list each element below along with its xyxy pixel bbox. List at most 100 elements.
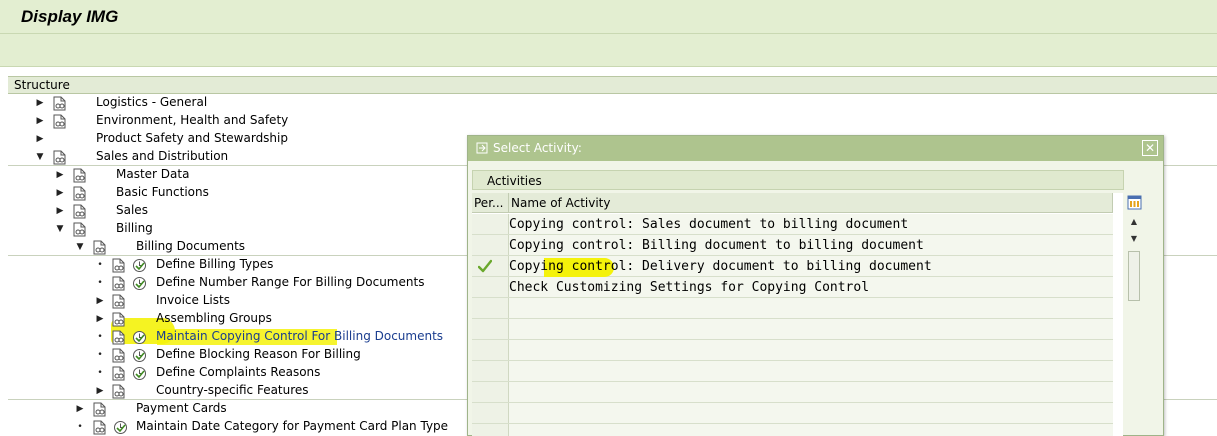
- application-toolbar: [0, 34, 1217, 67]
- execute-clock-icon[interactable]: [113, 420, 128, 435]
- tree-node-label: Master Data: [116, 167, 190, 181]
- activity-name-cell[interactable]: Copying control: Delivery document to bi…: [509, 256, 1113, 277]
- expand-arrow-icon[interactable]: ▶: [54, 166, 66, 184]
- scroll-up-icon[interactable]: ▲: [1129, 217, 1139, 227]
- tree-node-label: Maintain Copying Control For Billing Doc…: [156, 329, 444, 343]
- expand-arrow-icon[interactable]: ▶: [34, 94, 46, 112]
- leaf-bullet-icon: •: [97, 278, 103, 288]
- collapse-arrow-icon[interactable]: ▼: [34, 148, 46, 166]
- performed-cell: [472, 214, 509, 234]
- expand-arrow-icon[interactable]: ▶: [34, 112, 46, 130]
- table-row[interactable]: Copying control: Sales document to billi…: [472, 214, 1113, 235]
- dialog-window-icon: [476, 142, 488, 154]
- table-row-empty: [472, 424, 1113, 436]
- vertical-scrollbar[interactable]: ▲ ▼: [1124, 193, 1144, 436]
- expand-arrow-icon[interactable]: ▶: [94, 310, 106, 328]
- activity-name: Copying control: Billing document to bil…: [509, 238, 924, 253]
- document-icon: [112, 366, 125, 381]
- document-icon: [53, 96, 66, 111]
- document-icon: [93, 240, 106, 255]
- scroll-thumb[interactable]: [1128, 251, 1140, 301]
- document-icon: [112, 312, 125, 327]
- performed-cell: [472, 256, 509, 276]
- execute-clock-icon[interactable]: [132, 366, 147, 381]
- document-icon: [112, 276, 125, 291]
- activities-section-label: Activities: [487, 174, 542, 188]
- performed-cell: [472, 277, 509, 297]
- tree-node-label: Define Number Range For Billing Document…: [156, 275, 425, 289]
- page-title: Display IMG: [21, 7, 119, 26]
- table-row-empty: [472, 361, 1113, 382]
- select-activity-dialog: Select Activity: ✕ Activities Per... Nam…: [467, 135, 1164, 436]
- document-icon: [112, 348, 125, 363]
- expand-arrow-icon[interactable]: ▶: [74, 400, 86, 418]
- tree-node-ehs[interactable]: ▶ Environment, Health and Safety: [8, 112, 1217, 130]
- document-icon: [73, 222, 86, 237]
- activity-name-cell[interactable]: Copying control: Sales document to billi…: [509, 214, 1113, 234]
- tree-node-label: Invoice Lists: [156, 293, 230, 307]
- table-settings-icon[interactable]: [1127, 195, 1142, 210]
- leaf-bullet-icon: •: [97, 368, 103, 378]
- activity-name: Copying control: Delivery document to bi…: [509, 259, 932, 274]
- execute-clock-icon[interactable]: [132, 348, 147, 363]
- table-row[interactable]: Copying control: Billing document to bil…: [472, 235, 1113, 256]
- dialog-title-bar[interactable]: Select Activity: ✕: [468, 136, 1163, 161]
- activity-name: Check Customizing Settings for Copying C…: [509, 280, 870, 295]
- document-icon: [112, 384, 125, 399]
- activities-section-header: Activities: [472, 170, 1124, 190]
- expand-arrow-icon[interactable]: ▶: [54, 202, 66, 220]
- tree-node-label: Billing Documents: [136, 239, 246, 253]
- table-row[interactable]: Copying control: Delivery document to bi…: [472, 256, 1113, 277]
- table-row[interactable]: Check Customizing Settings for Copying C…: [472, 277, 1113, 298]
- column-header-performed[interactable]: Per...: [472, 193, 509, 213]
- close-icon[interactable]: ✕: [1142, 140, 1158, 156]
- tree-node-logistics-general[interactable]: ▶ Logistics - General: [8, 94, 1217, 112]
- activity-name-cell[interactable]: Copying control: Billing document to bil…: [509, 235, 1113, 255]
- tree-node-label: Define Blocking Reason For Billing: [156, 347, 361, 361]
- tree-node-label: Sales: [116, 203, 148, 217]
- execute-clock-icon[interactable]: [132, 258, 147, 273]
- tree-node-label: Logistics - General: [96, 95, 208, 109]
- tree-node-label: Basic Functions: [116, 185, 209, 199]
- activities-table: Per... Name of Activity Copying control:…: [472, 193, 1123, 436]
- expand-arrow-icon[interactable]: ▶: [34, 130, 46, 148]
- tree-node-label: Environment, Health and Safety: [96, 113, 289, 127]
- tree-node-label: Country-specific Features: [156, 383, 309, 397]
- tree-node-label: Define Billing Types: [156, 257, 274, 271]
- expand-arrow-icon[interactable]: ▶: [94, 382, 106, 400]
- tree-node-label: Maintain Date Category for Payment Card …: [136, 419, 449, 433]
- document-icon: [112, 330, 125, 345]
- document-icon: [112, 258, 125, 273]
- column-header-name[interactable]: Name of Activity: [509, 193, 1113, 213]
- table-row-empty: [472, 340, 1113, 361]
- title-bar: Display IMG: [0, 0, 1217, 34]
- document-icon: [73, 186, 86, 201]
- tree-node-label: Billing: [116, 221, 153, 235]
- tree-node-label: Define Complaints Reasons: [156, 365, 321, 379]
- structure-header-label: Structure: [14, 78, 70, 92]
- column-header-label: Per...: [474, 196, 504, 210]
- execute-clock-icon[interactable]: [132, 276, 147, 291]
- document-icon: [93, 420, 106, 435]
- leaf-bullet-icon: •: [97, 350, 103, 360]
- activity-name: Copying control: Sales document to billi…: [509, 217, 909, 232]
- execute-clock-icon[interactable]: [132, 330, 147, 345]
- tree-node-label: Payment Cards: [136, 401, 227, 415]
- leaf-bullet-icon: •: [77, 422, 83, 432]
- table-row-empty: [472, 382, 1113, 403]
- table-row-empty: [472, 298, 1113, 319]
- document-icon: [73, 168, 86, 183]
- tree-node-label: Product Safety and Stewardship: [96, 131, 288, 145]
- tree-node-label: Assembling Groups: [156, 311, 272, 325]
- tree-node-label: Sales and Distribution: [96, 149, 229, 163]
- collapse-arrow-icon[interactable]: ▼: [54, 220, 66, 238]
- scroll-down-icon[interactable]: ▼: [1129, 234, 1139, 244]
- activity-name-cell[interactable]: Check Customizing Settings for Copying C…: [509, 277, 1113, 297]
- dialog-title: Select Activity:: [493, 141, 582, 155]
- structure-header: Structure: [8, 76, 1217, 94]
- table-row-empty: [472, 403, 1113, 424]
- collapse-arrow-icon[interactable]: ▼: [74, 238, 86, 256]
- expand-arrow-icon[interactable]: ▶: [54, 184, 66, 202]
- expand-arrow-icon[interactable]: ▶: [94, 292, 106, 310]
- document-icon: [53, 150, 66, 165]
